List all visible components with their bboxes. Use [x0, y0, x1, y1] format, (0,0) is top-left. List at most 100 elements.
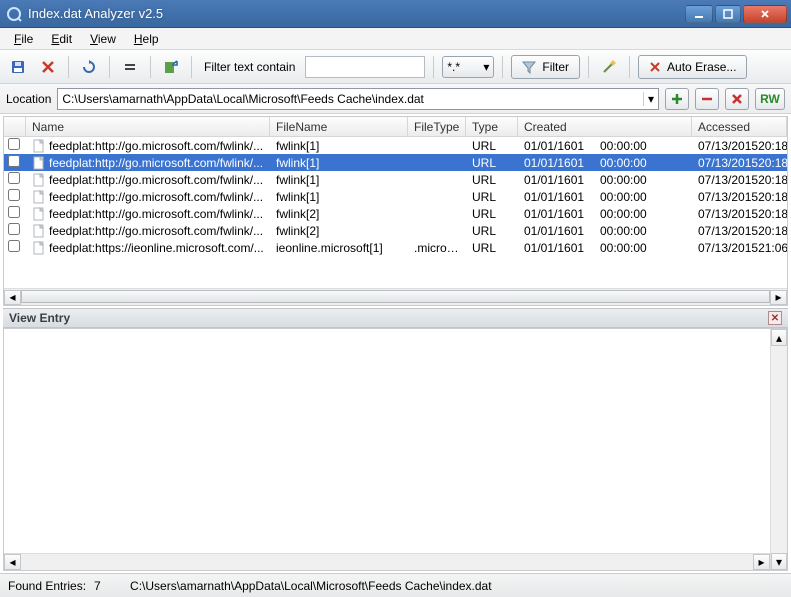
delete-location-button[interactable] — [725, 88, 749, 110]
view-entry-content — [4, 329, 770, 553]
titlebar[interactable]: Index.dat Analyzer v2.5 — [0, 0, 791, 28]
cell-created-date: 01/01/1601 — [524, 139, 600, 153]
scroll-right-icon[interactable]: ▸ — [770, 290, 787, 305]
col-filename[interactable]: FileName — [270, 117, 408, 136]
found-count: 7 — [94, 579, 114, 593]
close-panel-icon[interactable]: ✕ — [768, 311, 782, 325]
location-bar: Location C:\Users\amarnath\AppData\Local… — [0, 84, 791, 114]
cell-type: URL — [466, 241, 518, 255]
col-type[interactable]: Type — [466, 117, 518, 136]
cell-name: feedplat:http://go.microsoft.com/fwlink/… — [49, 139, 263, 153]
scroll-down-icon[interactable]: ▾ — [771, 553, 787, 570]
table-row[interactable]: feedplat:http://go.microsoft.com/fwlink/… — [4, 188, 787, 205]
row-checkbox[interactable] — [8, 223, 20, 235]
cell-name: feedplat:http://go.microsoft.com/fwlink/… — [49, 224, 263, 238]
menubar: File Edit View Help — [0, 28, 791, 50]
cell-accessed-date: 07/13/2015 — [698, 139, 758, 153]
filter-input[interactable] — [305, 56, 425, 78]
menu-view[interactable]: View — [82, 30, 124, 48]
export-icon[interactable] — [159, 55, 183, 79]
wand-icon[interactable] — [597, 55, 621, 79]
equals-icon[interactable] — [118, 55, 142, 79]
app-window: Index.dat Analyzer v2.5 File Edit View H… — [0, 0, 791, 597]
row-checkbox[interactable] — [8, 206, 20, 218]
status-path: C:\Users\amarnath\AppData\Local\Microsof… — [130, 579, 492, 593]
row-checkbox[interactable] — [8, 138, 20, 150]
table-row[interactable]: feedplat:http://go.microsoft.com/fwlink/… — [4, 137, 787, 154]
view-entry-header: View Entry ✕ — [3, 308, 788, 328]
separator — [191, 56, 192, 78]
cell-created-date: 01/01/1601 — [524, 173, 600, 187]
cell-accessed-date: 07/13/2015 — [698, 156, 758, 170]
readwrite-button[interactable]: RW — [755, 88, 785, 110]
cell-created-time: 00:00:00 — [600, 139, 647, 153]
horizontal-scrollbar[interactable]: ◂ ▸ — [4, 288, 787, 305]
filter-button[interactable]: Filter — [511, 55, 580, 79]
table-row[interactable]: feedplat:https://ieonline.microsoft.com/… — [4, 239, 787, 256]
cell-name: feedplat:http://go.microsoft.com/fwlink/… — [49, 207, 263, 221]
cell-filename: fwlink[2] — [270, 207, 408, 221]
col-name[interactable]: Name — [26, 117, 270, 136]
cell-created-time: 00:00:00 — [600, 224, 647, 238]
location-label: Location — [6, 92, 51, 106]
table-row[interactable]: feedplat:http://go.microsoft.com/fwlink/… — [4, 205, 787, 222]
add-location-button[interactable] — [665, 88, 689, 110]
table-row[interactable]: feedplat:http://go.microsoft.com/fwlink/… — [4, 171, 787, 188]
row-checkbox[interactable] — [8, 172, 20, 184]
window-title: Index.dat Analyzer v2.5 — [28, 6, 683, 21]
refresh-icon[interactable] — [77, 55, 101, 79]
cell-name: feedplat:http://go.microsoft.com/fwlink/… — [49, 173, 263, 187]
scroll-right-icon[interactable]: ▸ — [753, 554, 770, 570]
separator — [109, 56, 110, 78]
cell-type: URL — [466, 156, 518, 170]
separator — [68, 56, 69, 78]
entries-table: Name FileName FileType Type Created Acce… — [3, 116, 788, 306]
panel-h-scrollbar[interactable]: ◂ ▸ — [4, 553, 770, 570]
filetype-combo[interactable]: *.* ▾ — [442, 56, 494, 78]
cell-filename: ieonline.microsoft[1] — [270, 241, 408, 255]
cell-accessed-date: 07/13/2015 — [698, 241, 758, 255]
delete-icon[interactable] — [36, 55, 60, 79]
menu-edit[interactable]: Edit — [43, 30, 80, 48]
table-row[interactable]: feedplat:http://go.microsoft.com/fwlink/… — [4, 222, 787, 239]
cell-created-time: 00:00:00 — [600, 173, 647, 187]
cell-accessed-time: 20:18:37 — [758, 173, 787, 187]
cell-filetype: .micros... — [408, 241, 466, 255]
close-button[interactable] — [743, 5, 787, 23]
cell-created-date: 01/01/1601 — [524, 190, 600, 204]
col-checkbox[interactable] — [4, 117, 26, 136]
menu-help[interactable]: Help — [126, 30, 167, 48]
separator — [588, 56, 589, 78]
cell-type: URL — [466, 190, 518, 204]
cell-created-date: 01/01/1601 — [524, 156, 600, 170]
location-combo[interactable]: C:\Users\amarnath\AppData\Local\Microsof… — [57, 88, 659, 110]
cell-name: feedplat:http://go.microsoft.com/fwlink/… — [49, 190, 263, 204]
col-accessed[interactable]: Accessed — [692, 117, 787, 136]
menu-file[interactable]: File — [6, 30, 41, 48]
row-checkbox[interactable] — [8, 155, 20, 167]
panel-v-scrollbar[interactable]: ▴ ▾ — [770, 329, 787, 570]
table-rows: feedplat:http://go.microsoft.com/fwlink/… — [4, 137, 787, 288]
cell-accessed-date: 07/13/2015 — [698, 207, 758, 221]
row-checkbox[interactable] — [8, 240, 20, 252]
col-filetype[interactable]: FileType — [408, 117, 466, 136]
scroll-up-icon[interactable]: ▴ — [771, 329, 787, 346]
scroll-thumb[interactable] — [21, 290, 770, 303]
auto-erase-button[interactable]: Auto Erase... — [638, 55, 747, 79]
dropdown-arrow-icon: ▾ — [483, 60, 489, 74]
maximize-button[interactable] — [715, 5, 741, 23]
cell-type: URL — [466, 207, 518, 221]
table-row[interactable]: feedplat:http://go.microsoft.com/fwlink/… — [4, 154, 787, 171]
minimize-button[interactable] — [685, 5, 713, 23]
save-icon[interactable] — [6, 55, 30, 79]
col-created[interactable]: Created — [518, 117, 692, 136]
row-checkbox[interactable] — [8, 189, 20, 201]
separator — [150, 56, 151, 78]
scroll-left-icon[interactable]: ◂ — [4, 290, 21, 305]
cell-filename: fwlink[1] — [270, 173, 408, 187]
table-header: Name FileName FileType Type Created Acce… — [4, 117, 787, 137]
remove-location-button[interactable] — [695, 88, 719, 110]
scroll-left-icon[interactable]: ◂ — [4, 554, 21, 570]
cell-filename: fwlink[1] — [270, 139, 408, 153]
cell-created-time: 00:00:00 — [600, 156, 647, 170]
